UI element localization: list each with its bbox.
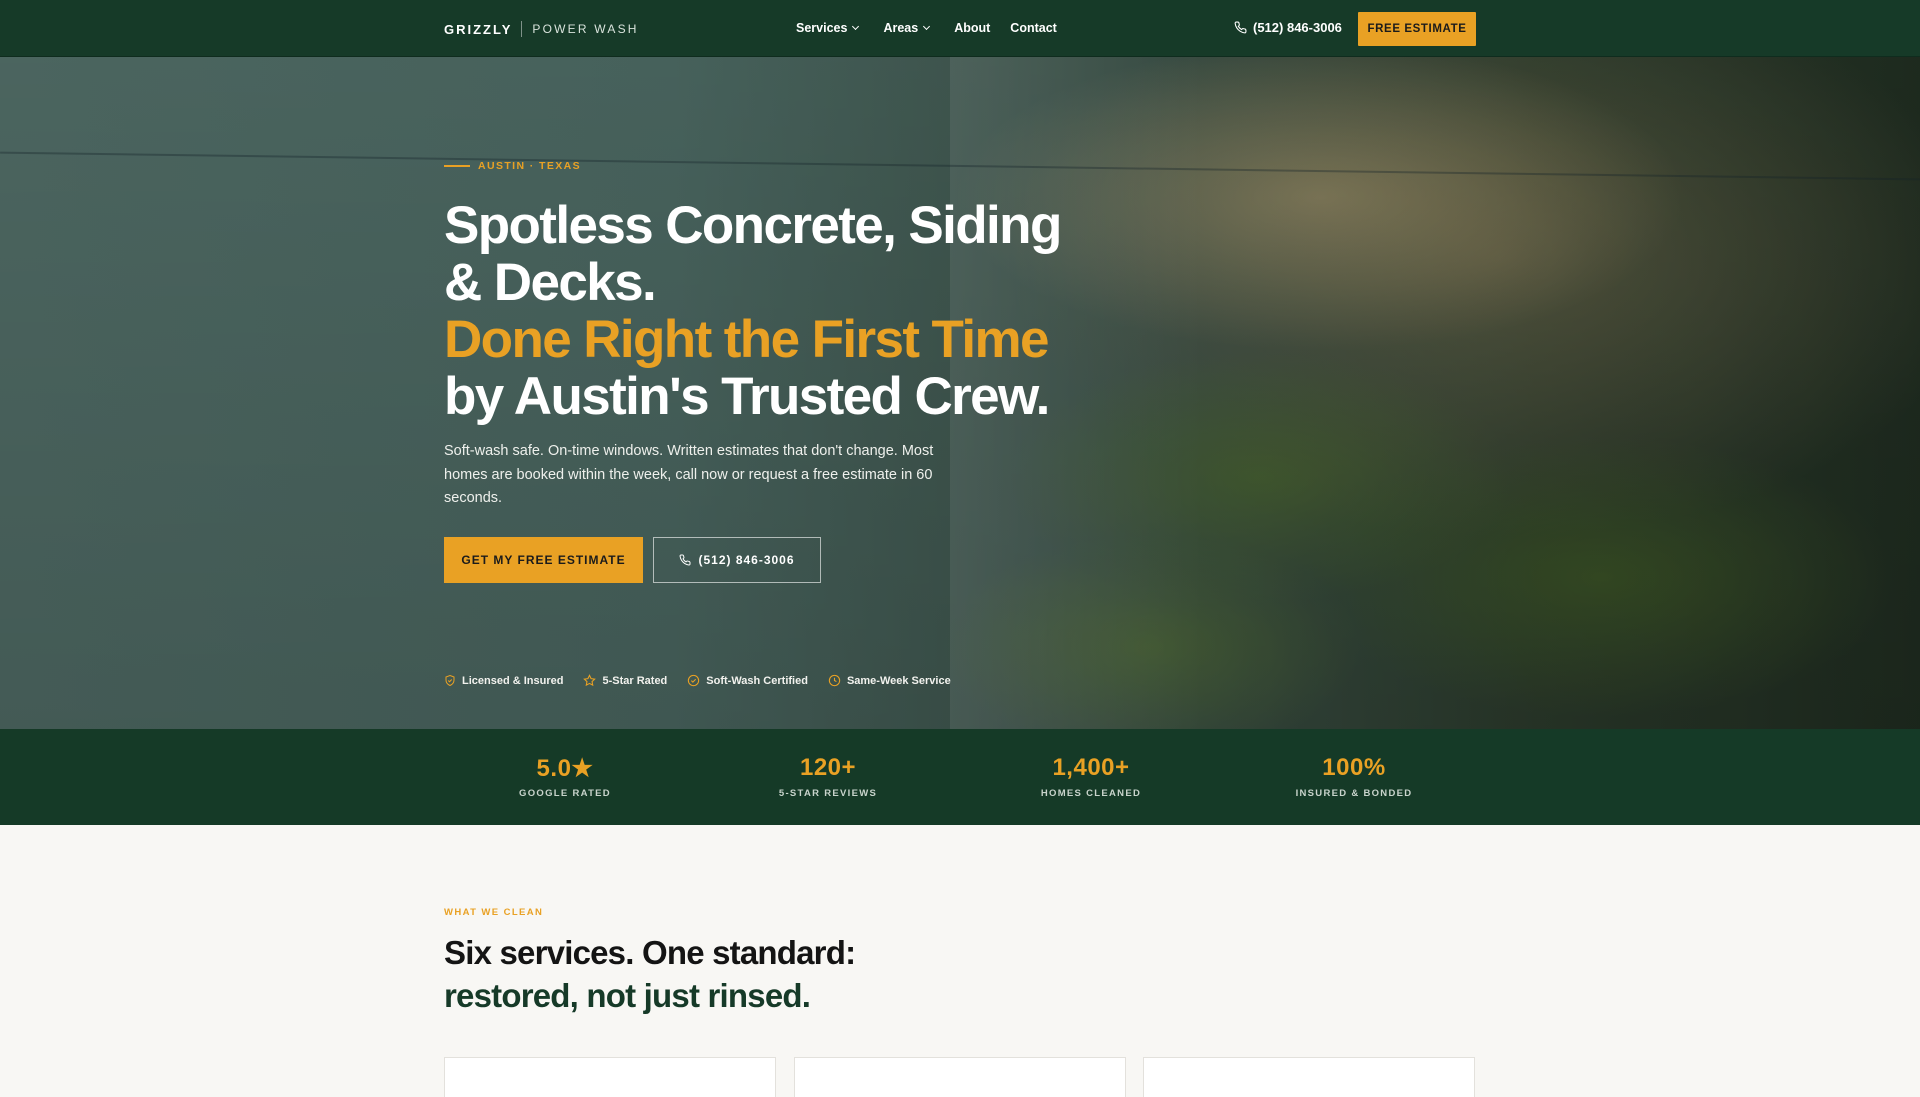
trust-badges: Licensed & Insured 5-Star Rated Soft-Was… [444, 674, 971, 687]
hero-eyebrow-text: AUSTIN · TEXAS [478, 160, 582, 172]
stat-label: GOOGLE RATED [519, 788, 611, 799]
hero-eyebrow: AUSTIN · TEXAS [444, 160, 581, 172]
badge-licensed-label: Licensed & Insured [462, 674, 564, 687]
nav-free-estimate-button[interactable]: FREE ESTIMATE [1358, 12, 1476, 46]
service-card[interactable] [444, 1057, 776, 1097]
stat-label: 5-STAR REVIEWS [778, 788, 878, 799]
hero-subtext: Soft-wash safe. On-time windows. Written… [444, 443, 934, 506]
brand-logo[interactable]: GRIZZLY POWER WASH [444, 20, 639, 38]
star-icon [583, 674, 597, 687]
nav-phone-link[interactable]: (512) 846-3006 [1234, 20, 1342, 35]
call-phone-label: (512) 846-3006 [698, 553, 795, 567]
phone-icon [680, 554, 691, 566]
nav-areas-dropdown[interactable]: Areas [883, 21, 931, 35]
badge-rated: 5-Star Rated [583, 674, 667, 687]
stat-label: HOMES CLEANED [1040, 788, 1142, 799]
nav-services-label: Services [796, 21, 848, 35]
nav-contact-link[interactable]: Contact [1010, 21, 1057, 35]
chevron-down-icon [852, 22, 860, 30]
hero-section: AUSTIN · TEXAS Spotless Concrete, Siding… [0, 57, 1920, 729]
call-phone-button[interactable]: (512) 846-3006 [653, 537, 821, 583]
nav-areas-label: Areas [883, 21, 919, 35]
badge-rated-label: 5-Star Rated [602, 674, 668, 687]
badge-softwash: Soft-Wash Certified [687, 674, 808, 687]
headline-line-3-accent: Done Right the First Time [444, 310, 1050, 369]
eyebrow-dash [444, 165, 470, 167]
services-title: Six services. One standard: restored, no… [444, 931, 856, 1017]
service-card[interactable] [1143, 1057, 1475, 1097]
nav-about-label: About [954, 21, 991, 35]
nav-phone-number: (512) 846-3006 [1253, 20, 1342, 35]
services-title-line-1: Six services. One standard: [444, 934, 856, 971]
services-eyebrow: WHAT WE CLEAN [444, 907, 544, 918]
shield-check-icon [445, 674, 455, 687]
brand-tagline: POWER WASH [532, 22, 639, 36]
stat-value: 100% [1322, 754, 1386, 781]
get-free-estimate-button[interactable]: GET MY FREE ESTIMATE [444, 537, 643, 583]
check-circle-icon [688, 674, 700, 687]
services-title-line-2: restored, not just rinsed. [444, 977, 811, 1014]
nav-services-dropdown[interactable]: Services [796, 21, 860, 35]
stat-value: 120+ [799, 754, 857, 781]
phone-icon [1234, 21, 1247, 34]
clock-icon [828, 674, 841, 687]
service-card[interactable] [794, 1057, 1126, 1097]
stats-band: 5.0★ GOOGLE RATED 120+ 5-STAR REVIEWS 1,… [0, 729, 1920, 825]
brand-name: GRIZZLY [444, 21, 513, 37]
nav-links: Services Areas About Contact [796, 21, 1077, 35]
badge-same-week: Same-Week Service [828, 674, 951, 687]
chevron-down-icon [923, 22, 931, 30]
nav-contact-label: Contact [1010, 21, 1057, 35]
stat-value: 5.0★ [536, 755, 594, 782]
hero-headline: Spotless Concrete, Siding & Decks. Done … [444, 197, 1144, 425]
brand-divider [521, 21, 523, 37]
stat-value: 1,400+ [1052, 754, 1130, 781]
headline-line-2: & Decks. [444, 253, 657, 312]
headline-line-4: by Austin's Trusted Crew. [444, 367, 1050, 426]
nav-about-link[interactable]: About [954, 21, 990, 35]
badge-same-week-label: Same-Week Service [846, 674, 951, 687]
badge-licensed: Licensed & Insured [444, 674, 563, 687]
headline-line-1: Spotless Concrete, Siding [444, 196, 1062, 255]
badge-softwash-label: Soft-Wash Certified [706, 674, 808, 687]
stat-label: INSURED & BONDED [1295, 788, 1413, 799]
top-navbar: GRIZZLY POWER WASH Services Areas About … [0, 0, 1920, 57]
